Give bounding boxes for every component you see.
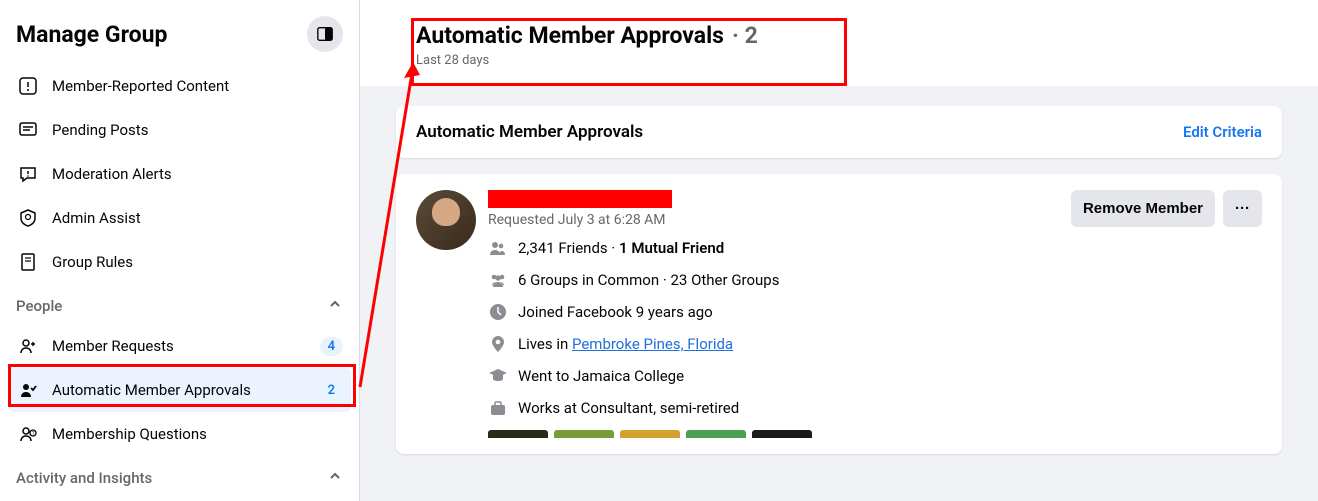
joined-row: Joined Facebook 9 years ago bbox=[488, 302, 1059, 322]
clock-icon bbox=[488, 302, 508, 322]
badge-count: 2 bbox=[320, 381, 343, 400]
nav-label: Member-Reported Content bbox=[52, 77, 343, 95]
nav-label: Admin Assist bbox=[52, 209, 343, 227]
chevron-up-icon bbox=[327, 296, 343, 316]
page-title: Automatic Member Approvals bbox=[416, 22, 724, 49]
groups-row: 6 Groups in Common · 23 Other Groups bbox=[488, 270, 1059, 290]
alert-box-icon bbox=[16, 74, 40, 98]
edit-criteria-link[interactable]: Edit Criteria bbox=[1183, 123, 1262, 141]
work-text: Works at Consultant, semi-retired bbox=[518, 399, 739, 417]
chevron-up-icon bbox=[327, 468, 343, 488]
card-title: Automatic Member Approvals bbox=[416, 122, 643, 142]
education-row: Went to Jamaica College bbox=[488, 366, 1059, 386]
thumb[interactable] bbox=[554, 430, 614, 438]
user-check-icon bbox=[16, 378, 40, 402]
nav-membership-questions[interactable]: ? Membership Questions bbox=[8, 412, 351, 456]
thumb[interactable] bbox=[620, 430, 680, 438]
content-area: Automatic Member Approvals Edit Criteria… bbox=[360, 86, 1318, 474]
request-time: Requested July 3 at 6:28 AM bbox=[488, 212, 1059, 228]
education-icon bbox=[488, 366, 508, 386]
joined-text: Joined Facebook 9 years ago bbox=[518, 303, 713, 321]
section-activity[interactable]: Activity and Insights bbox=[8, 456, 351, 496]
member-avatar[interactable] bbox=[416, 190, 476, 250]
nav-member-reported[interactable]: Member-Reported Content bbox=[8, 64, 351, 108]
sidebar-header: Manage Group bbox=[8, 10, 351, 64]
document-icon bbox=[16, 250, 40, 274]
nav-auto-approvals[interactable]: Automatic Member Approvals 2 bbox=[8, 368, 351, 412]
location-icon bbox=[488, 334, 508, 354]
chat-alert-icon bbox=[16, 162, 40, 186]
thumb[interactable] bbox=[488, 430, 548, 438]
work-row: Works at Consultant, semi-retired bbox=[488, 398, 1059, 418]
member-name-redacted bbox=[488, 190, 672, 208]
section-title: People bbox=[16, 297, 62, 315]
photo-thumbnails bbox=[488, 430, 1059, 438]
sidebar: Manage Group Member-Reported Content Pen… bbox=[0, 0, 360, 501]
nav-label: Group Rules bbox=[52, 253, 343, 271]
user-plus-icon bbox=[16, 334, 40, 358]
nav-label: Automatic Member Approvals bbox=[52, 381, 320, 399]
groups-text: 6 Groups in Common · 23 Other Groups bbox=[518, 271, 779, 289]
nav-label: Membership Questions bbox=[52, 425, 343, 443]
friends-text: 2,341 Friends · 1 Mutual Friend bbox=[518, 239, 724, 257]
nav-group-rules[interactable]: Group Rules bbox=[8, 240, 351, 284]
section-title: Activity and Insights bbox=[16, 469, 152, 487]
user-question-icon: ? bbox=[16, 422, 40, 446]
friends-icon bbox=[488, 238, 508, 258]
groups-icon bbox=[488, 270, 508, 290]
panel-icon bbox=[316, 25, 334, 43]
post-icon bbox=[16, 118, 40, 142]
main-content: Automatic Member Approvals · 2 Last 28 d… bbox=[360, 0, 1318, 501]
page-subtitle: Last 28 days bbox=[416, 53, 1262, 68]
member-actions: Remove Member ··· bbox=[1071, 190, 1262, 438]
thumb[interactable] bbox=[686, 430, 746, 438]
more-actions-button[interactable]: ··· bbox=[1223, 190, 1262, 227]
education-text: Went to Jamaica College bbox=[518, 367, 684, 385]
location-link[interactable]: Pembroke Pines, Florida bbox=[572, 335, 733, 353]
briefcase-icon bbox=[488, 398, 508, 418]
nav-member-requests[interactable]: Member Requests 4 bbox=[8, 324, 351, 368]
page-header: Automatic Member Approvals · 2 Last 28 d… bbox=[360, 0, 1318, 86]
shield-gear-icon bbox=[16, 206, 40, 230]
member-card: Requested July 3 at 6:28 AM 2,341 Friend… bbox=[396, 174, 1282, 454]
approvals-card: Automatic Member Approvals Edit Criteria bbox=[396, 106, 1282, 158]
badge-count: 4 bbox=[320, 337, 343, 356]
sidebar-title: Manage Group bbox=[16, 21, 167, 48]
remove-member-button[interactable]: Remove Member bbox=[1071, 190, 1215, 227]
settings-button[interactable] bbox=[307, 16, 343, 52]
location-row: Lives in Pembroke Pines, Florida bbox=[488, 334, 1059, 354]
nav-pending-posts[interactable]: Pending Posts bbox=[8, 108, 351, 152]
member-info: Requested July 3 at 6:28 AM 2,341 Friend… bbox=[488, 190, 1059, 438]
page-count: · 2 bbox=[732, 22, 758, 49]
thumb[interactable] bbox=[752, 430, 812, 438]
nav-label: Member Requests bbox=[52, 337, 320, 355]
nav-moderation-alerts[interactable]: Moderation Alerts bbox=[8, 152, 351, 196]
nav-label: Pending Posts bbox=[52, 121, 343, 139]
location-text: Lives in Pembroke Pines, Florida bbox=[518, 335, 733, 353]
nav-admin-assist[interactable]: Admin Assist bbox=[8, 196, 351, 240]
friends-row: 2,341 Friends · 1 Mutual Friend bbox=[488, 238, 1059, 258]
nav-label: Moderation Alerts bbox=[52, 165, 343, 183]
section-people[interactable]: People bbox=[8, 284, 351, 324]
